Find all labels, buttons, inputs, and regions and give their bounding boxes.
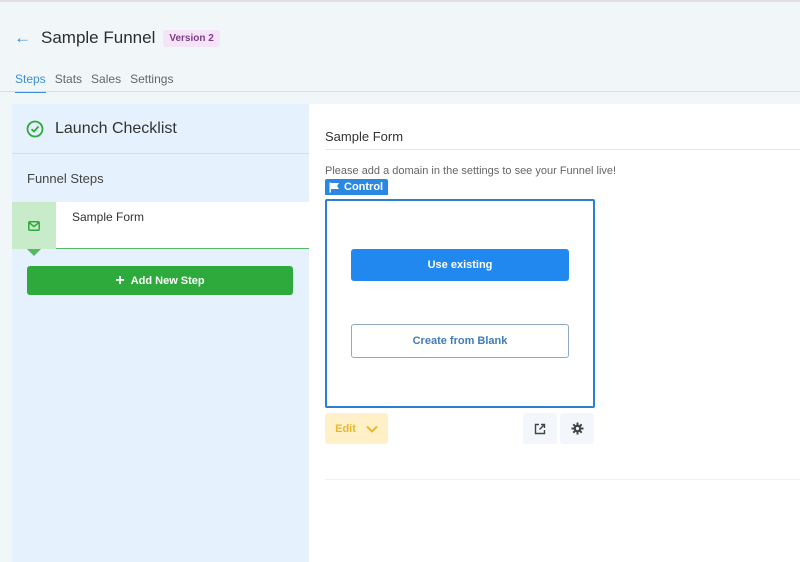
launch-checklist[interactable]: Launch Checklist xyxy=(12,104,309,154)
title-divider xyxy=(325,149,800,150)
tab-settings[interactable]: Settings xyxy=(130,72,173,93)
checklist-label: Launch Checklist xyxy=(55,119,177,137)
plus-icon: + xyxy=(115,271,125,289)
add-new-step-button[interactable]: + Add New Step xyxy=(27,266,293,295)
variant-card: Use existing Create from Blank xyxy=(325,199,595,408)
tab-bar: Steps Stats Sales Settings xyxy=(15,72,173,93)
page-title: Sample Funnel xyxy=(41,28,156,47)
settings-button[interactable] xyxy=(560,413,594,444)
check-circle-icon xyxy=(26,120,44,137)
step-title: Sample Form xyxy=(325,129,404,144)
tab-stats[interactable]: Stats xyxy=(55,72,82,93)
funnel-steps-title: Funnel Steps xyxy=(27,171,104,186)
tabs-divider xyxy=(0,91,800,92)
chevron-down-icon xyxy=(366,425,378,433)
add-step-label: Add New Step xyxy=(130,274,205,287)
create-from-blank-button[interactable]: Create from Blank xyxy=(351,324,569,358)
envelope-icon xyxy=(28,220,40,231)
top-border xyxy=(0,0,800,2)
edit-label: Edit xyxy=(335,422,356,435)
selected-indicator xyxy=(27,249,41,256)
use-existing-button[interactable]: Use existing xyxy=(351,249,569,281)
main-panel: Sample Form Please add a domain in the s… xyxy=(309,104,800,562)
flag-icon xyxy=(329,182,339,192)
section-divider xyxy=(325,479,800,480)
version-badge: Version 2 xyxy=(163,29,220,47)
step-icon-box xyxy=(12,202,56,249)
open-external-button[interactable] xyxy=(523,413,557,444)
funnel-step-item[interactable]: Sample Form xyxy=(12,202,309,256)
step-label: Sample Form xyxy=(72,210,145,224)
back-arrow-icon[interactable]: ← xyxy=(14,28,31,48)
domain-notice: Please add a domain in the settings to s… xyxy=(325,165,617,177)
page-header: ← Sample Funnel Version 2 xyxy=(14,28,220,48)
control-tag: Control xyxy=(325,179,389,195)
edit-dropdown-button[interactable]: Edit xyxy=(325,413,388,444)
tab-sales[interactable]: Sales xyxy=(91,72,121,93)
tab-steps[interactable]: Steps xyxy=(15,72,46,93)
external-link-icon xyxy=(534,423,546,434)
sidebar: Launch Checklist Funnel Steps Sample For… xyxy=(12,104,309,562)
control-label: Control xyxy=(344,181,384,193)
gear-icon xyxy=(571,422,583,435)
